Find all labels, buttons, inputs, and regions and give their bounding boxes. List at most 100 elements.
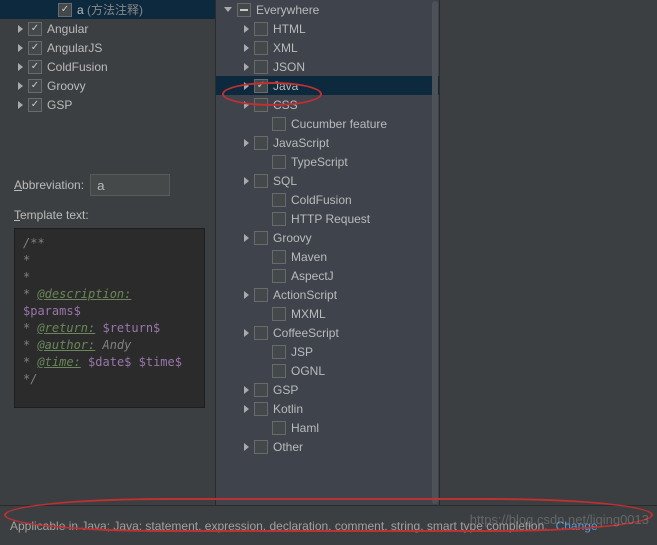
context-item-haml[interactable]: Haml <box>216 418 439 437</box>
expand-arrow-icon[interactable] <box>244 443 249 451</box>
context-item-label: HTTP Request <box>291 212 370 226</box>
checkbox[interactable] <box>272 250 286 264</box>
tree-item-a[interactable]: a (方法注释) <box>0 0 215 19</box>
checkbox[interactable] <box>28 41 42 55</box>
expand-arrow-icon[interactable] <box>244 63 249 71</box>
tree-item-label: Angular <box>47 22 88 36</box>
checkbox[interactable] <box>254 79 268 93</box>
tree-item-label: GSP <box>47 98 72 112</box>
context-item-label: Haml <box>291 421 319 435</box>
context-item-coffeescript[interactable]: CoffeeScript <box>216 323 439 342</box>
tree-item-groovy[interactable]: Groovy <box>0 76 215 95</box>
context-item-ognl[interactable]: OGNL <box>216 361 439 380</box>
checkbox[interactable] <box>254 383 268 397</box>
checkbox[interactable] <box>272 117 286 131</box>
context-item-label: Cucumber feature <box>291 117 387 131</box>
context-item-label: Maven <box>291 250 327 264</box>
abbreviation-input[interactable] <box>90 174 170 196</box>
context-item-java[interactable]: Java <box>216 76 439 95</box>
expand-arrow-icon[interactable] <box>244 329 249 337</box>
expand-arrow-icon[interactable] <box>244 82 249 90</box>
context-item-label: Everywhere <box>256 3 319 17</box>
expand-arrow-icon[interactable] <box>244 405 249 413</box>
checkbox[interactable] <box>272 155 286 169</box>
tree-item-label: a (方法注释) <box>77 1 143 18</box>
checkbox[interactable] <box>254 136 268 150</box>
tree-item-angular[interactable]: Angular <box>0 19 215 38</box>
checkbox[interactable] <box>254 402 268 416</box>
checkbox[interactable] <box>254 440 268 454</box>
tree-item-label: ColdFusion <box>47 60 108 74</box>
context-item-label: Groovy <box>273 231 312 245</box>
context-item-mxml[interactable]: MXML <box>216 304 439 323</box>
expand-arrow-icon[interactable] <box>244 291 249 299</box>
template-text-editor[interactable]: /** * * * @description:$params$ * @retur… <box>14 228 205 408</box>
context-item-label: OGNL <box>291 364 325 378</box>
tree-item-coldfusion[interactable]: ColdFusion <box>0 57 215 76</box>
context-item-label: TypeScript <box>291 155 348 169</box>
context-item-typescript[interactable]: TypeScript <box>216 152 439 171</box>
checkbox[interactable] <box>272 307 286 321</box>
tree-item-angularjs[interactable]: AngularJS <box>0 38 215 57</box>
expand-arrow-icon[interactable] <box>18 101 23 109</box>
expand-arrow-icon[interactable] <box>18 25 23 33</box>
context-item-gsp[interactable]: GSP <box>216 380 439 399</box>
checkbox[interactable] <box>58 3 72 17</box>
context-item-html[interactable]: HTML <box>216 19 439 38</box>
checkbox[interactable] <box>272 193 286 207</box>
expand-arrow-icon[interactable] <box>244 44 249 52</box>
context-item-everywhere[interactable]: Everywhere <box>216 0 439 19</box>
context-item-kotlin[interactable]: Kotlin <box>216 399 439 418</box>
applicable-contexts-status: Applicable in Java; Java: statement, exp… <box>0 505 657 545</box>
checkbox[interactable] <box>254 288 268 302</box>
change-contexts-link[interactable]: Change <box>556 519 598 533</box>
checkbox[interactable] <box>254 231 268 245</box>
context-item-label: Other <box>273 440 303 454</box>
context-item-aspectj[interactable]: AspectJ <box>216 266 439 285</box>
checkbox[interactable] <box>272 269 286 283</box>
context-item-cucumber-feature[interactable]: Cucumber feature <box>216 114 439 133</box>
expand-arrow-icon[interactable] <box>244 386 249 394</box>
expand-arrow-icon[interactable] <box>244 139 249 147</box>
checkbox[interactable] <box>272 421 286 435</box>
checkbox[interactable] <box>254 326 268 340</box>
checkbox[interactable] <box>272 212 286 226</box>
checkbox[interactable] <box>28 79 42 93</box>
expand-arrow-icon[interactable] <box>18 82 23 90</box>
checkbox[interactable] <box>28 22 42 36</box>
checkbox[interactable] <box>28 98 42 112</box>
context-item-sql[interactable]: SQL <box>216 171 439 190</box>
checkbox[interactable] <box>272 364 286 378</box>
collapse-arrow-icon[interactable] <box>224 7 232 12</box>
checkbox[interactable] <box>272 345 286 359</box>
context-item-label: ColdFusion <box>291 193 352 207</box>
context-item-json[interactable]: JSON <box>216 57 439 76</box>
context-item-css[interactable]: CSS <box>216 95 439 114</box>
context-item-label: SQL <box>273 174 297 188</box>
expand-arrow-icon[interactable] <box>244 234 249 242</box>
context-item-xml[interactable]: XML <box>216 38 439 57</box>
checkbox[interactable] <box>254 174 268 188</box>
expand-arrow-icon[interactable] <box>244 177 249 185</box>
status-text: Applicable in Java; Java: statement, exp… <box>10 519 548 533</box>
context-item-javascript[interactable]: JavaScript <box>216 133 439 152</box>
context-item-groovy[interactable]: Groovy <box>216 228 439 247</box>
context-item-coldfusion[interactable]: ColdFusion <box>216 190 439 209</box>
checkbox[interactable] <box>254 41 268 55</box>
context-item-jsp[interactable]: JSP <box>216 342 439 361</box>
checkbox[interactable] <box>28 60 42 74</box>
context-item-other[interactable]: Other <box>216 437 439 456</box>
checkbox[interactable] <box>237 3 251 17</box>
checkbox[interactable] <box>254 60 268 74</box>
tree-item-gsp[interactable]: GSP <box>0 95 215 114</box>
checkbox[interactable] <box>254 22 268 36</box>
context-item-http-request[interactable]: HTTP Request <box>216 209 439 228</box>
checkbox[interactable] <box>254 98 268 112</box>
context-item-maven[interactable]: Maven <box>216 247 439 266</box>
expand-arrow-icon[interactable] <box>18 44 23 52</box>
expand-arrow-icon[interactable] <box>244 101 249 109</box>
context-item-actionscript[interactable]: ActionScript <box>216 285 439 304</box>
expand-arrow-icon[interactable] <box>244 25 249 33</box>
context-item-label: JSON <box>273 60 305 74</box>
expand-arrow-icon[interactable] <box>18 63 23 71</box>
